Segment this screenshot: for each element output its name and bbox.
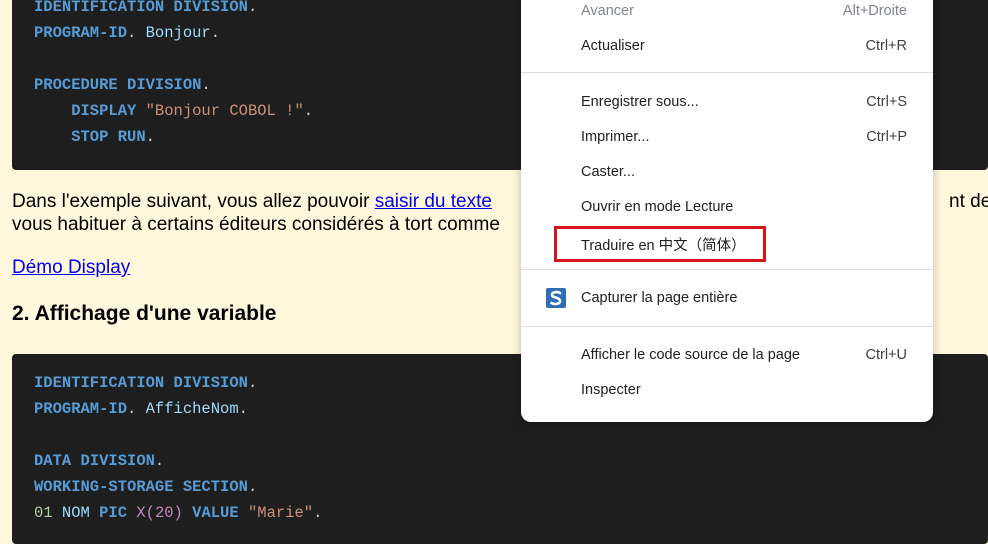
code-token: . bbox=[154, 452, 165, 470]
code-token: PROCEDURE DIVISION bbox=[34, 76, 202, 94]
code-token: . bbox=[247, 0, 258, 16]
menu-label: Actualiser bbox=[581, 38, 645, 54]
code-token: X(20) bbox=[136, 504, 193, 522]
code-token: NOM bbox=[61, 504, 100, 522]
code-token: STOP RUN bbox=[34, 128, 146, 146]
code-token: . bbox=[127, 400, 146, 418]
code-token: PIC bbox=[99, 504, 137, 522]
menu-item-imprimer[interactable]: Imprimer... Ctrl+P bbox=[521, 121, 933, 155]
code-token: DISPLAY bbox=[34, 102, 146, 120]
screenshot-s-icon bbox=[546, 288, 566, 308]
code-token: DATA DIVISION bbox=[34, 452, 155, 470]
code-line: WORKING-STORAGE SECTION. bbox=[34, 474, 988, 500]
menu-shortcut: Ctrl+P bbox=[866, 129, 907, 145]
code-token: . bbox=[127, 24, 146, 42]
code-token: . bbox=[210, 24, 221, 42]
paragraph-text-line1-end: nt des bbox=[949, 191, 988, 212]
code-token: PROGRAM-ID bbox=[34, 24, 128, 42]
code-token: . bbox=[247, 374, 258, 392]
code-token: . bbox=[303, 102, 314, 120]
menu-separator bbox=[521, 269, 933, 270]
menu-shortcut: Ctrl+R bbox=[865, 38, 908, 54]
paragraph-text-line1: Dans l'exemple suivant, vous allez pouvo… bbox=[12, 191, 375, 212]
code-line: 01 NOM PIC X(20) VALUE "Marie". bbox=[34, 500, 988, 526]
menu-label: Inspecter bbox=[581, 382, 641, 398]
saisir-texte-link[interactable]: saisir du texte bbox=[375, 191, 492, 212]
context-menu: Avancer Alt+Droite Actualiser Ctrl+R Enr… bbox=[521, 0, 933, 422]
menu-label: Afficher le code source de la page bbox=[581, 347, 800, 363]
code-token: 01 bbox=[34, 504, 62, 522]
menu-label: Imprimer... bbox=[581, 129, 650, 145]
code-token: . bbox=[201, 76, 211, 94]
menu-shortcut: Ctrl+S bbox=[866, 94, 907, 110]
highlight-annotation-box bbox=[554, 226, 766, 262]
code-token: . bbox=[238, 400, 248, 418]
menu-item-actualiser[interactable]: Actualiser Ctrl+R bbox=[521, 30, 933, 64]
code-token: . bbox=[247, 478, 258, 496]
code-token: Bonjour bbox=[145, 24, 211, 42]
code-token: WORKING-STORAGE SECTION bbox=[34, 478, 248, 496]
code-token: PROGRAM-ID bbox=[34, 400, 128, 418]
menu-label: Capturer la page entière bbox=[581, 290, 738, 306]
menu-label: Caster... bbox=[581, 164, 635, 180]
code-token: IDENTIFICATION DIVISION bbox=[34, 0, 248, 16]
code-line: DATA DIVISION. bbox=[34, 448, 988, 474]
menu-item-code-source[interactable]: Afficher le code source de la page Ctrl+… bbox=[521, 339, 933, 373]
code-token: IDENTIFICATION DIVISION bbox=[34, 374, 248, 392]
menu-item-inspecter[interactable]: Inspecter bbox=[521, 374, 933, 408]
menu-separator bbox=[521, 72, 933, 73]
menu-shortcut: Ctrl+U bbox=[865, 347, 908, 363]
menu-item-avancer[interactable]: Avancer Alt+Droite bbox=[521, 0, 933, 29]
menu-label: Avancer bbox=[581, 3, 634, 19]
code-token: "Marie" bbox=[247, 504, 314, 522]
menu-item-enregistrer-sous[interactable]: Enregistrer sous... Ctrl+S bbox=[521, 86, 933, 120]
menu-item-capturer-page[interactable]: Capturer la page entière bbox=[521, 282, 933, 316]
section-heading: 2. Affichage d'une variable bbox=[12, 302, 277, 325]
code-token: "Bonjour COBOL !" bbox=[145, 102, 304, 120]
menu-item-caster[interactable]: Caster... bbox=[521, 156, 933, 190]
demo-display-link[interactable]: Démo Display bbox=[12, 257, 130, 279]
menu-label: Enregistrer sous... bbox=[581, 94, 699, 110]
menu-label: Ouvrir en mode Lecture bbox=[581, 199, 734, 215]
code-token: . bbox=[145, 128, 155, 146]
code-token: VALUE bbox=[192, 504, 248, 522]
code-token: AfficheNom bbox=[145, 400, 239, 418]
menu-item-mode-lecture[interactable]: Ouvrir en mode Lecture bbox=[521, 191, 933, 225]
menu-separator bbox=[521, 326, 933, 327]
code-token: . bbox=[313, 504, 323, 522]
menu-shortcut: Alt+Droite bbox=[842, 3, 907, 19]
